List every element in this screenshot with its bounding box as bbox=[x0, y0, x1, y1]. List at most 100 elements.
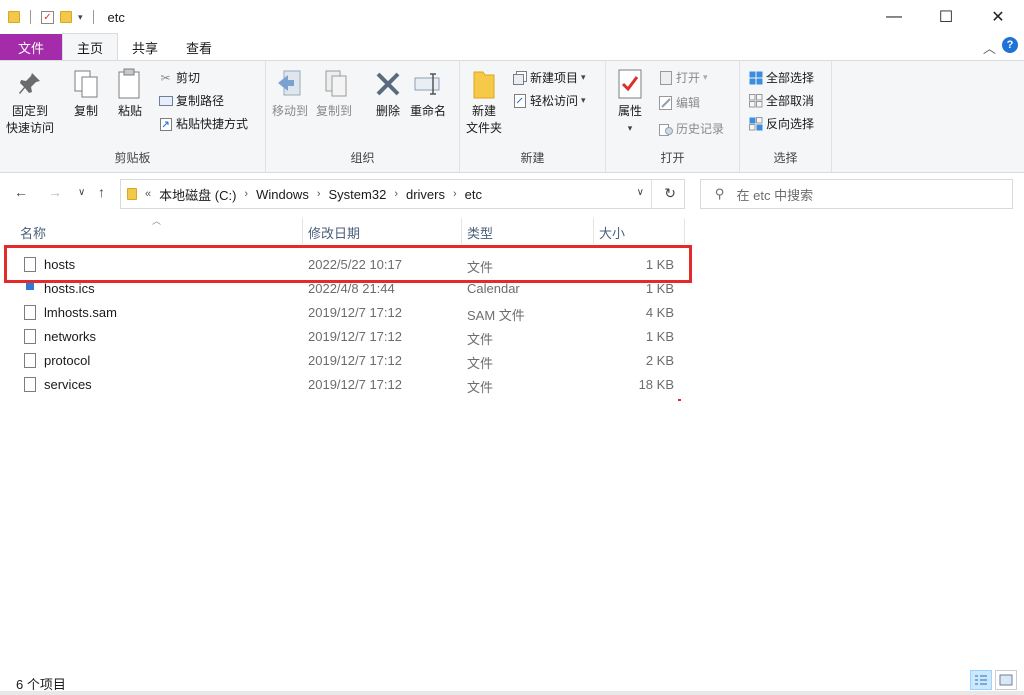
column-divider[interactable] bbox=[302, 218, 303, 244]
tab-file[interactable]: 文件 bbox=[0, 34, 62, 60]
breadcrumb-separator-icon[interactable]: › bbox=[317, 188, 321, 200]
column-divider[interactable] bbox=[684, 218, 685, 244]
breadcrumb-separator-icon[interactable]: › bbox=[394, 188, 398, 200]
recent-locations-chevron-icon[interactable]: ∨ bbox=[78, 187, 85, 198]
search-box[interactable]: ⚲ 在 etc 中搜索 bbox=[700, 179, 1013, 209]
new-folder-icon[interactable] bbox=[60, 11, 72, 23]
copy-path-label: 复制路径 bbox=[176, 94, 225, 108]
properties-check-icon[interactable]: ✓ bbox=[41, 10, 54, 24]
move-to-button[interactable]: 移动到 bbox=[272, 67, 308, 120]
address-bar[interactable]: « 本地磁盘 (C:) › Windows › System32 › drive… bbox=[120, 179, 685, 209]
window-bottom-border bbox=[0, 691, 1024, 695]
breadcrumb-windows[interactable]: Windows bbox=[256, 187, 309, 202]
breadcrumb-separator-icon[interactable]: › bbox=[453, 188, 457, 200]
paste-label: 粘贴 bbox=[117, 104, 142, 118]
file-row-services[interactable]: services 2019/12/7 17:12 文件 18 KB bbox=[0, 373, 690, 397]
address-overflow[interactable]: « bbox=[145, 188, 151, 200]
annotation-highlight-box bbox=[4, 245, 692, 283]
large-icons-view-icon bbox=[999, 674, 1013, 686]
breadcrumb-local-disk[interactable]: 本地磁盘 (C:) bbox=[159, 185, 236, 204]
search-placeholder: 在 etc 中搜索 bbox=[736, 187, 814, 203]
new-item-icon bbox=[512, 70, 527, 85]
details-view-button[interactable] bbox=[970, 670, 992, 690]
file-row-networks[interactable]: networks 2019/12/7 17:12 文件 1 KB bbox=[0, 325, 690, 349]
pin-label-line2: 快速访问 bbox=[6, 121, 55, 135]
invert-selection-button[interactable]: 反向选择 bbox=[748, 115, 814, 132]
folder-icon bbox=[8, 11, 20, 23]
rename-button[interactable]: 重命名 bbox=[410, 67, 446, 120]
address-dropdown-icon[interactable]: ∨ bbox=[637, 187, 644, 198]
select-none-button[interactable]: 全部取消 bbox=[748, 92, 814, 109]
maximize-button[interactable]: ☐ bbox=[920, 0, 972, 34]
column-header-type[interactable]: 类型 bbox=[467, 223, 493, 242]
copy-button[interactable]: 复制 bbox=[70, 67, 102, 120]
file-date: 2019/12/7 17:12 bbox=[308, 329, 402, 344]
new-group-label: 新建 bbox=[520, 151, 545, 165]
help-icon[interactable]: ? bbox=[1002, 37, 1018, 53]
copy-icon bbox=[70, 67, 102, 101]
details-view-icon bbox=[975, 675, 987, 685]
new-folder-label-line2: 文件夹 bbox=[466, 121, 503, 135]
history-label: 历史记录 bbox=[676, 122, 725, 136]
edit-button[interactable]: 编辑 bbox=[658, 94, 700, 111]
copy-to-button[interactable]: 复制到 bbox=[316, 67, 352, 120]
breadcrumb-system32[interactable]: System32 bbox=[329, 187, 387, 202]
tab-share[interactable]: 共享 bbox=[118, 34, 172, 60]
paste-shortcut-button[interactable]: 粘贴快捷方式 bbox=[158, 115, 248, 132]
file-date: 2019/12/7 17:12 bbox=[308, 377, 402, 392]
minimize-button[interactable]: — bbox=[868, 0, 920, 34]
paste-icon bbox=[114, 67, 146, 101]
up-arrow-icon[interactable]: ↑ bbox=[98, 184, 105, 200]
properties-button[interactable]: 属性 ▾ bbox=[614, 67, 646, 137]
paste-button[interactable]: 粘贴 bbox=[114, 67, 146, 120]
easy-access-button[interactable]: 轻松访问 ▾ bbox=[512, 92, 586, 109]
breadcrumb-drivers[interactable]: drivers bbox=[406, 187, 445, 202]
scissors-icon: ✂ bbox=[160, 70, 171, 85]
breadcrumb-separator-icon[interactable]: › bbox=[244, 188, 248, 200]
rename-label: 重命名 bbox=[410, 104, 447, 118]
invert-selection-icon bbox=[748, 116, 763, 131]
delete-button[interactable]: 删除 bbox=[372, 67, 404, 120]
close-button[interactable]: ✕ bbox=[972, 0, 1024, 34]
file-size: 1 KB bbox=[645, 281, 674, 296]
refresh-icon[interactable]: ↻ bbox=[664, 185, 676, 202]
ribbon: 固定到 快速访问 复制 粘贴 ✂ 剪切 复制路径 粘贴快捷方式 剪贴板 移动到 … bbox=[0, 60, 1024, 173]
file-icon bbox=[24, 329, 36, 344]
select-none-label: 全部取消 bbox=[766, 94, 815, 108]
rename-icon bbox=[412, 67, 444, 101]
chevron-up-icon[interactable]: ︿ bbox=[983, 38, 996, 57]
column-header-name[interactable]: 名称 bbox=[20, 223, 46, 242]
file-icon bbox=[24, 353, 36, 368]
column-header-size[interactable]: 大小 bbox=[599, 223, 625, 242]
tab-home[interactable]: 主页 bbox=[62, 33, 119, 60]
customize-dropdown-icon[interactable]: ▾ bbox=[78, 12, 83, 23]
file-row-protocol[interactable]: protocol 2019/12/7 17:12 文件 2 KB bbox=[0, 349, 690, 373]
large-icons-view-button[interactable] bbox=[995, 670, 1017, 690]
breadcrumb-etc[interactable]: etc bbox=[465, 187, 482, 202]
divider bbox=[651, 180, 652, 208]
sort-ascending-icon: ︿ bbox=[152, 216, 162, 226]
pin-quick-access-button[interactable]: 固定到 快速访问 bbox=[6, 67, 54, 137]
column-divider[interactable] bbox=[461, 218, 462, 244]
file-name: hosts.ics bbox=[44, 281, 95, 296]
select-all-button[interactable]: 全部选择 bbox=[748, 69, 814, 86]
file-row-lmhosts-sam[interactable]: lmhosts.sam 2019/12/7 17:12 SAM 文件 4 KB bbox=[0, 301, 690, 325]
copy-path-button[interactable]: 复制路径 bbox=[158, 92, 224, 109]
file-icon bbox=[24, 305, 36, 320]
open-button[interactable]: 打开 ▾ bbox=[658, 69, 708, 86]
new-folder-button[interactable]: 新建 文件夹 bbox=[466, 67, 502, 137]
paste-shortcut-icon bbox=[158, 116, 173, 131]
back-arrow-icon[interactable]: ← bbox=[14, 184, 28, 200]
file-type: 文件 bbox=[467, 332, 494, 347]
column-header-date[interactable]: 修改日期 bbox=[308, 223, 360, 242]
cut-button[interactable]: ✂ 剪切 bbox=[158, 69, 200, 86]
column-divider[interactable] bbox=[593, 218, 594, 244]
file-size: 1 KB bbox=[645, 329, 674, 344]
new-item-button[interactable]: 新建项目 ▾ bbox=[512, 69, 586, 86]
file-name: networks bbox=[44, 329, 97, 344]
history-button[interactable]: 历史记录 bbox=[658, 120, 724, 137]
forward-arrow-icon[interactable]: → bbox=[48, 184, 62, 200]
open-group: 属性 ▾ 打开 ▾ 编辑 历史记录 打开 bbox=[606, 61, 740, 172]
tab-view[interactable]: 查看 bbox=[172, 34, 226, 60]
open-label: 打开 bbox=[676, 71, 701, 85]
